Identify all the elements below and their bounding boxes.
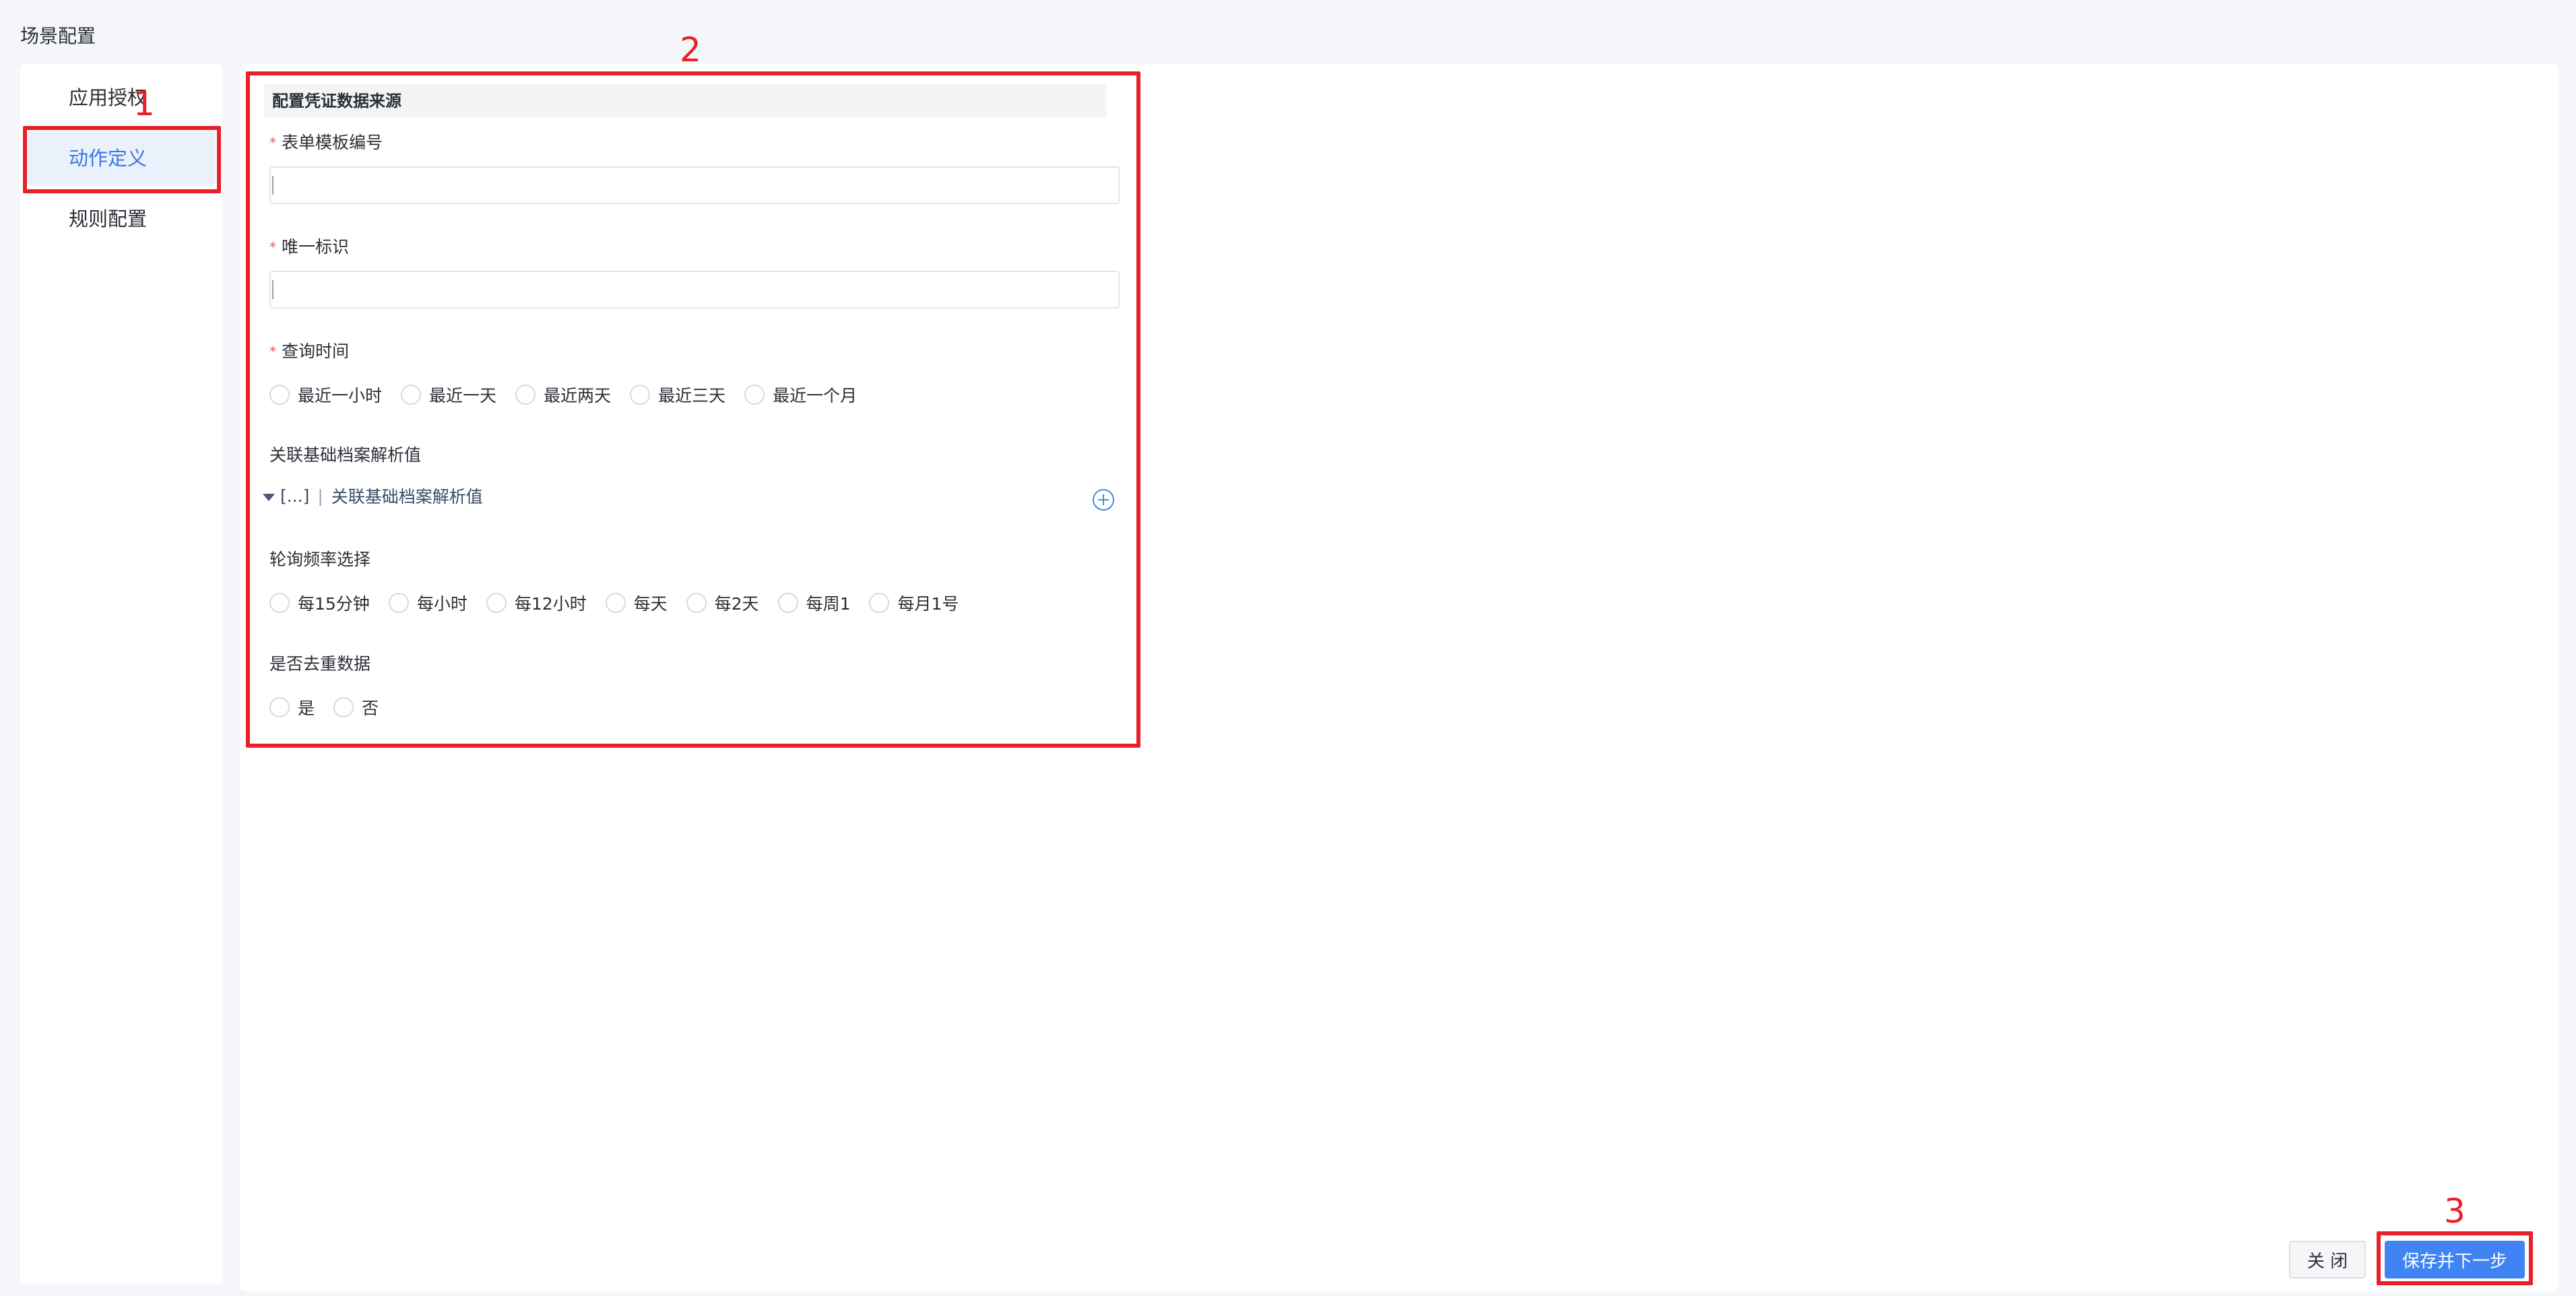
annotation-number-3: 3 xyxy=(2444,1192,2466,1231)
radio-option[interactable]: 最近一天 xyxy=(401,383,496,407)
assoc-item-label: 关联基础档案解析值 xyxy=(331,487,483,507)
unique-id-input[interactable] xyxy=(269,271,1120,309)
radio-option[interactable]: 最近三天 xyxy=(630,383,726,407)
assoc-item: [...] | 关联基础档案解析值 xyxy=(263,482,483,509)
radio-circle-icon[interactable] xyxy=(515,385,536,405)
radio-circle-icon[interactable] xyxy=(605,593,626,613)
assoc-ellipsis[interactable]: [...] xyxy=(280,486,309,506)
radio-circle-icon[interactable] xyxy=(333,697,354,717)
caret-down-icon[interactable] xyxy=(263,493,275,501)
radio-circle-icon[interactable] xyxy=(744,385,765,405)
template-code-label: * 表单模板编号 xyxy=(269,133,383,152)
poll-frequency-radio-group: 每15分钟 每小时 每12小时 每天 每2天 每周1 每月1号 xyxy=(269,589,977,616)
radio-option[interactable]: 每15分钟 xyxy=(269,591,370,615)
radio-circle-icon[interactable] xyxy=(269,593,290,613)
radio-circle-icon[interactable] xyxy=(630,385,651,405)
sidebar-item-rule-config[interactable]: 规则配置 xyxy=(27,192,216,246)
radio-circle-icon[interactable] xyxy=(869,593,890,613)
text-cursor xyxy=(272,176,273,195)
radio-circle-icon[interactable] xyxy=(486,593,507,613)
radio-option[interactable]: 最近一小时 xyxy=(269,383,382,407)
radio-circle-icon[interactable] xyxy=(388,593,409,613)
main-panel xyxy=(240,64,2558,1291)
radio-circle-icon[interactable] xyxy=(777,593,798,613)
unique-id-label: * 唯一标识 xyxy=(269,237,350,257)
page: 场景配置 应用授权 动作定义 规则配置 配置凭证数据来源 * 表单模板编号 * 唯一… xyxy=(0,0,2576,1296)
radio-option[interactable]: 每12小时 xyxy=(486,591,587,615)
radio-option-no[interactable]: 否 xyxy=(333,695,379,719)
sidebar: 应用授权 动作定义 规则配置 xyxy=(20,64,222,1285)
assoc-separator: | xyxy=(317,486,323,506)
section-title: 配置凭证数据来源 xyxy=(264,84,1106,118)
sidebar-item-action-definition[interactable]: 动作定义 xyxy=(27,131,216,185)
radio-option[interactable]: 每小时 xyxy=(388,591,468,615)
radio-option-yes[interactable]: 是 xyxy=(269,695,315,719)
text-cursor xyxy=(272,280,273,299)
radio-option[interactable]: 每天 xyxy=(605,591,668,615)
annotation-number-2: 2 xyxy=(680,30,701,69)
required-mark: * xyxy=(269,239,276,255)
radio-circle-icon[interactable] xyxy=(686,593,707,613)
required-mark: * xyxy=(269,344,276,360)
annotation-number-1: 1 xyxy=(133,84,155,123)
required-mark: * xyxy=(269,135,276,151)
dedupe-label: 是否去重数据 xyxy=(269,654,371,674)
dedupe-radio-group: 是 否 xyxy=(269,694,397,721)
sidebar-item-app-auth[interactable]: 应用授权 xyxy=(27,71,216,125)
radio-circle-icon[interactable] xyxy=(401,385,422,405)
radio-option[interactable]: 每月1号 xyxy=(869,591,959,615)
radio-option[interactable]: 每2天 xyxy=(686,591,759,615)
assoc-label: 关联基础档案解析值 xyxy=(269,445,422,465)
radio-option[interactable]: 最近一个月 xyxy=(744,383,857,407)
radio-circle-icon[interactable] xyxy=(269,385,290,405)
template-code-input[interactable] xyxy=(269,166,1120,204)
query-time-radio-group: 最近一小时 最近一天 最近两天 最近三天 最近一个月 xyxy=(269,381,876,408)
radio-circle-icon[interactable] xyxy=(269,697,290,717)
add-circle-icon[interactable] xyxy=(1093,489,1114,511)
radio-option[interactable]: 最近两天 xyxy=(515,383,611,407)
close-button[interactable]: 关 闭 xyxy=(2289,1241,2366,1278)
page-title: 场景配置 xyxy=(20,25,96,47)
query-time-label: * 查询时间 xyxy=(269,342,350,361)
save-next-button[interactable]: 保存并下一步 xyxy=(2385,1241,2525,1278)
radio-option[interactable]: 每周1 xyxy=(777,591,850,615)
poll-frequency-label: 轮询频率选择 xyxy=(269,550,371,569)
